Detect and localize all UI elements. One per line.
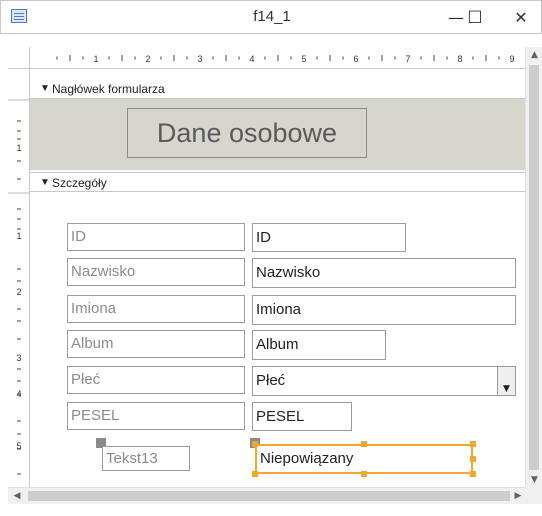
horizontal-scroll-thumb[interactable] (28, 491, 510, 501)
plec-combobox-value: Płeć (256, 372, 286, 389)
vertical-scrollbar[interactable]: ▲ ▼ (525, 47, 542, 487)
close-button[interactable]: ✕ (499, 1, 542, 35)
vertical-ruler-ticks: 1 1 2 3 4 5 (8, 99, 29, 475)
ruler-number: 4 (16, 389, 21, 399)
form-selector[interactable] (8, 47, 30, 69)
ruler-number: 6 (353, 54, 358, 64)
id-textbox[interactable]: ID (252, 223, 406, 252)
form-header-label: Nagłówek formularza (52, 82, 165, 96)
resize-handle[interactable] (470, 456, 476, 462)
ruler-number: 7 (405, 54, 410, 64)
tekst13-label[interactable]: Tekst13 (102, 446, 190, 471)
detail-label: Szczegóły (52, 176, 107, 190)
ruler-number: 1 (16, 143, 21, 153)
resize-handle[interactable] (470, 441, 476, 447)
ruler-number: 9 (509, 54, 514, 64)
ruler-section-separator (8, 192, 29, 194)
ruler-number: 2 (16, 287, 21, 297)
ruler-number: 1 (93, 54, 98, 64)
section-arrow-icon: ▼ (40, 177, 50, 188)
window-title-bar: f14_1 — ☐ ✕ (0, 0, 542, 34)
plec-combobox[interactable]: Płeć ▼ (252, 366, 516, 396)
nazwisko-textbox[interactable]: Nazwisko (252, 258, 516, 288)
vertical-ruler[interactable]: 1 1 2 3 4 5 (8, 69, 30, 487)
dropdown-arrow-icon[interactable]: ▼ (497, 367, 515, 395)
ruler-number: 4 (249, 54, 254, 64)
section-arrow-icon: ▼ (40, 83, 50, 94)
maximize-button[interactable]: ☐ (455, 1, 495, 35)
ruler-number: 5 (16, 441, 21, 451)
vertical-scroll-thumb[interactable] (529, 65, 539, 470)
scroll-right-icon[interactable]: ▶ (513, 491, 523, 501)
resize-handle[interactable] (361, 471, 367, 477)
ruler-number: 3 (197, 54, 202, 64)
form-title-label[interactable]: Dane osobowe (127, 108, 367, 158)
horizontal-ruler-ticks: 1 2 3 4 5 6 7 8 9 (56, 54, 515, 64)
scroll-left-icon[interactable]: ◀ (12, 491, 22, 501)
id-label[interactable]: ID (67, 223, 245, 251)
pesel-label[interactable]: PESEL (67, 402, 245, 430)
horizontal-ruler[interactable]: 1 2 3 4 5 6 7 8 9 (30, 47, 525, 69)
ruler-section-separator (8, 99, 29, 101)
plec-label[interactable]: Płeć (67, 366, 245, 394)
detail-section-bar[interactable]: ▼ Szczegóły (30, 172, 525, 192)
scroll-down-icon[interactable]: ▼ (526, 475, 542, 485)
form-header-section-bar[interactable]: ▼ Nagłówek formularza (30, 79, 525, 99)
resize-handle[interactable] (252, 441, 258, 447)
imiona-label[interactable]: Imiona (67, 295, 245, 323)
ruler-number: 3 (16, 353, 21, 363)
resize-handle[interactable] (470, 471, 476, 477)
scroll-up-icon[interactable]: ▲ (526, 50, 542, 60)
ruler-number: 1 (16, 231, 21, 241)
ruler-number: 2 (145, 54, 150, 64)
album-label[interactable]: Album (67, 330, 245, 358)
nazwisko-label[interactable]: Nazwisko (67, 258, 245, 286)
album-textbox[interactable]: Album (252, 330, 386, 360)
pesel-textbox[interactable]: PESEL (252, 402, 352, 431)
scroll-corner (525, 487, 542, 504)
ruler-number: 5 (301, 54, 306, 64)
ruler-number: 8 (457, 54, 462, 64)
resize-handle[interactable] (361, 441, 367, 447)
horizontal-scrollbar[interactable]: ◀ ▶ (8, 487, 525, 504)
niepowiazany-textbox[interactable]: Niepowiązany (255, 444, 473, 474)
imiona-textbox[interactable]: Imiona (252, 295, 516, 325)
resize-handle[interactable] (252, 471, 258, 477)
